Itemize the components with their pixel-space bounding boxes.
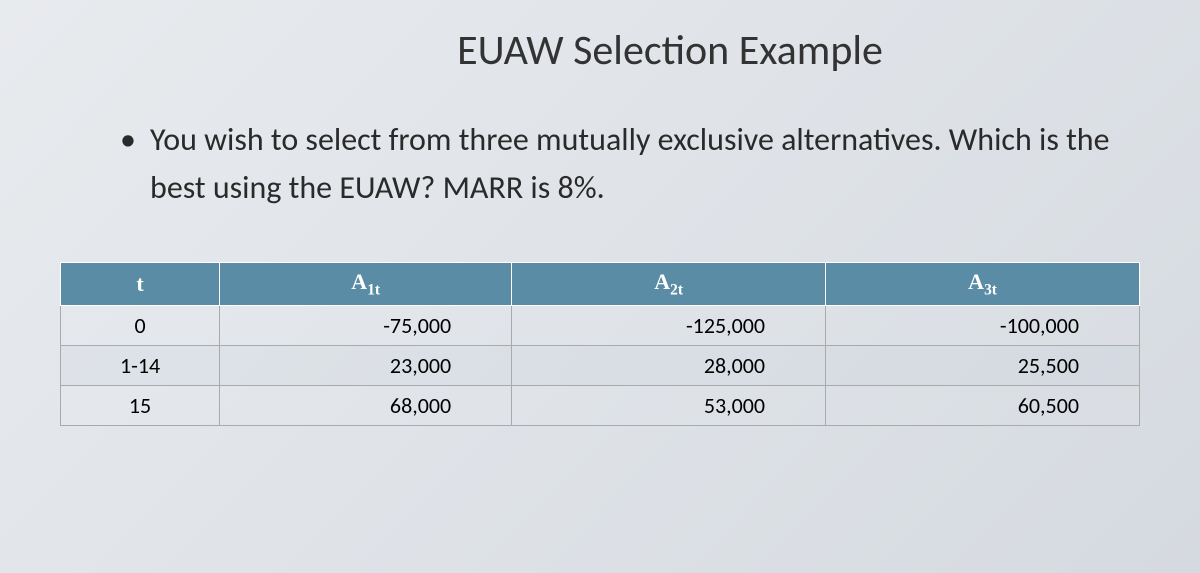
- bullet-text: You wish to select from three mutually e…: [120, 116, 1140, 212]
- table-header-row: t A1t A2t A3t: [61, 263, 1140, 306]
- header-a3: A3t: [826, 263, 1140, 306]
- cell-t: 1-14: [61, 346, 220, 386]
- slide-container: EUAW Selection Example You wish to selec…: [60, 25, 1140, 558]
- table-row: 15 68,000 53,000 60,500: [61, 386, 1140, 426]
- cell-a2: -125,000: [512, 306, 826, 346]
- cell-a1: -75,000: [220, 306, 512, 346]
- table-row: 1-14 23,000 28,000 25,500: [61, 346, 1140, 386]
- cell-t: 15: [61, 386, 220, 426]
- header-a1: A1t: [220, 263, 512, 306]
- cell-t: 0: [61, 306, 220, 346]
- data-table: t A1t A2t A3t 0 -75,000 -125,000 -100,00…: [60, 262, 1140, 426]
- cell-a2: 28,000: [512, 346, 826, 386]
- cell-a3: -100,000: [826, 306, 1140, 346]
- header-a2: A2t: [512, 263, 826, 306]
- bullet-section: You wish to select from three mutually e…: [120, 116, 1140, 212]
- cell-a3: 25,500: [826, 346, 1140, 386]
- cell-a3: 60,500: [826, 386, 1140, 426]
- cell-a1: 23,000: [220, 346, 512, 386]
- cell-a2: 53,000: [512, 386, 826, 426]
- table-row: 0 -75,000 -125,000 -100,000: [61, 306, 1140, 346]
- header-t: t: [61, 263, 220, 306]
- cell-a1: 68,000: [220, 386, 512, 426]
- slide-title: EUAW Selection Example: [200, 25, 1140, 76]
